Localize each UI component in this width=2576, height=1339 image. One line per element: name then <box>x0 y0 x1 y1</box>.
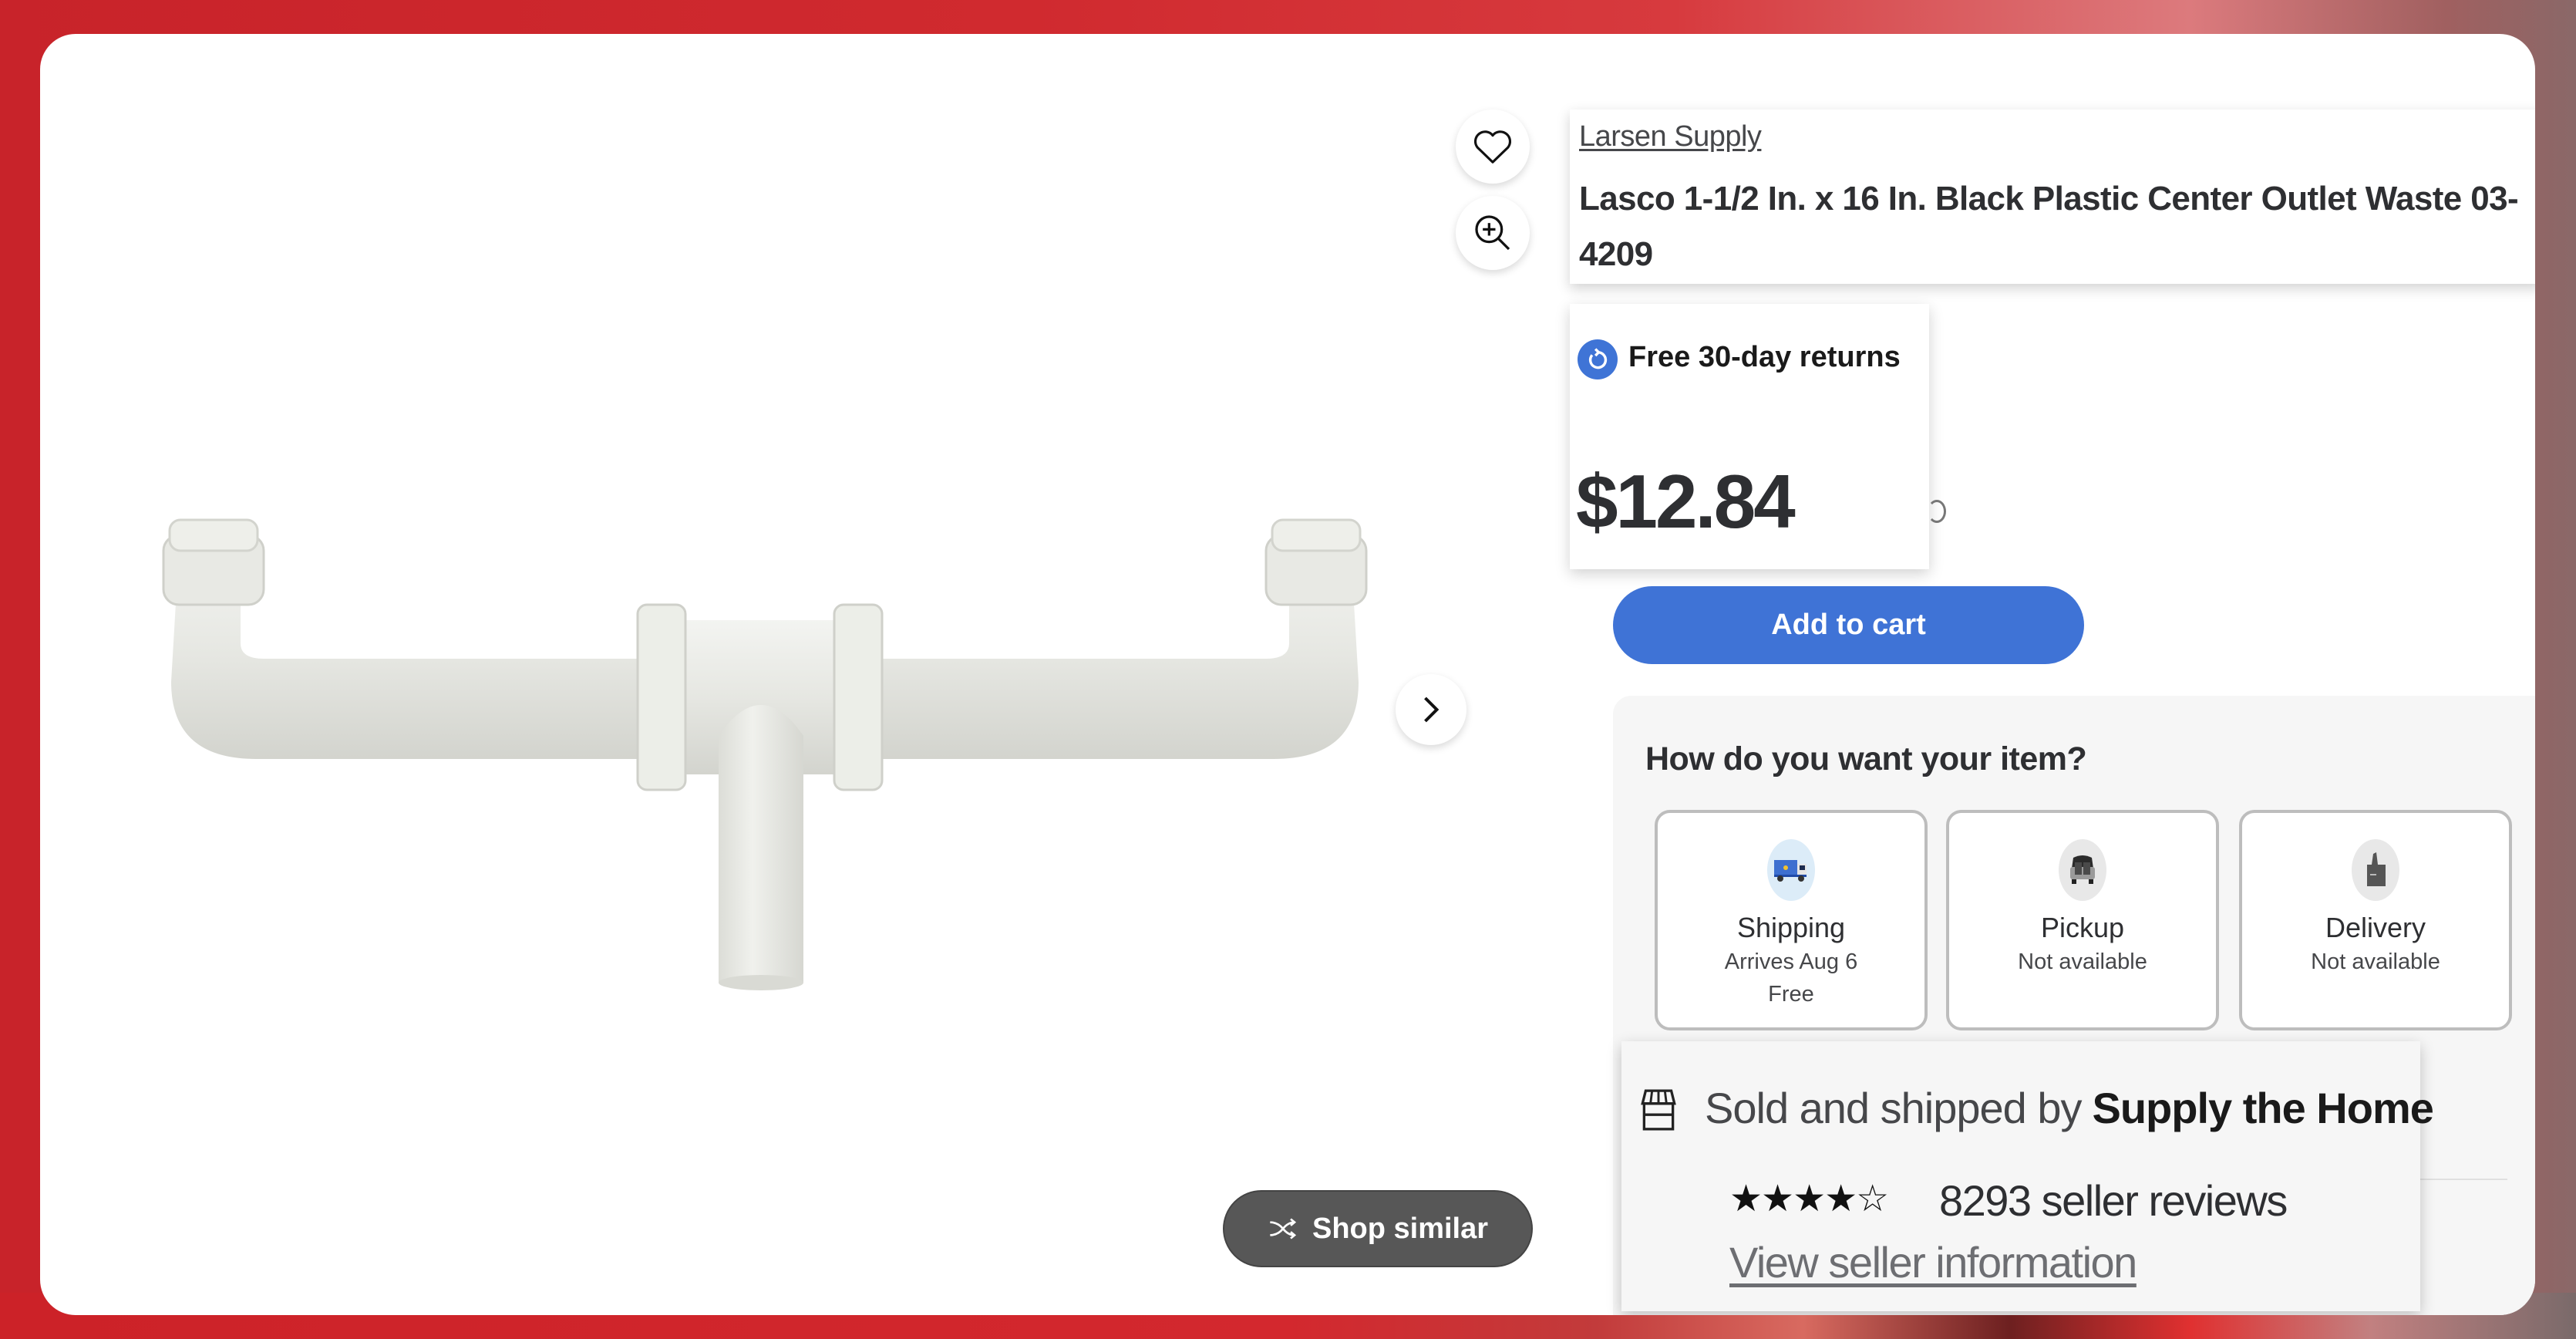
return-arrow-icon <box>1578 339 1618 379</box>
seller-reviews-count[interactable]: 8293 seller reviews <box>1939 1175 2288 1226</box>
shopping-bag-icon <box>2352 839 2399 901</box>
pickup-availability: Not available <box>2018 949 2147 974</box>
seller-name[interactable]: Supply the Home <box>2093 1084 2434 1132</box>
sold-by-text: Sold and shipped by Supply the Home <box>1705 1083 2434 1133</box>
fulfillment-option-shipping[interactable]: Shipping Arrives Aug 6 Free <box>1655 810 1928 1030</box>
seller-rating-stars: ★★★★☆ <box>1729 1179 1889 1219</box>
delivery-availability: Not available <box>2311 949 2440 974</box>
zoom-in-icon <box>1475 215 1510 251</box>
shuffle-icon <box>1270 1218 1297 1240</box>
product-title-line-2: 4209 <box>1579 235 1653 273</box>
car-pickup-icon <box>2059 839 2106 901</box>
seller-info-box: Sold and shipped by Supply the Home ★★★★☆… <box>1621 1041 2434 1311</box>
add-to-cart-button[interactable]: Add to cart <box>1613 586 2084 664</box>
favorite-button[interactable] <box>1456 110 1530 184</box>
product-title-line-1: Lasco 1-1/2 In. x 16 In. Black Plastic C… <box>1579 180 2519 218</box>
view-seller-information-link[interactable]: View seller information <box>1729 1237 2137 1287</box>
fulfillment-option-delivery[interactable]: Delivery Not available <box>2239 810 2512 1030</box>
store-icon <box>1641 1089 1676 1131</box>
product-card: Larsen Supply Lasco 1-1/2 In. x 16 In. B… <box>40 34 2535 1315</box>
next-image-button[interactable] <box>1396 674 1466 745</box>
delivery-label: Delivery <box>2325 912 2426 943</box>
shipping-label: Shipping <box>1736 912 1846 943</box>
delivery-truck-icon <box>1767 839 1815 901</box>
shipping-details: Arrives Aug 6 Free <box>1658 946 1924 1010</box>
info-icon[interactable] <box>1928 500 1946 523</box>
product-image <box>162 518 1368 990</box>
sold-by-prefix: Sold and shipped by <box>1705 1084 2082 1132</box>
product-title: Lasco 1-1/2 In. x 16 In. Black Plastic C… <box>1579 171 2535 282</box>
chevron-right-icon <box>1424 696 1440 723</box>
heart-icon <box>1473 130 1512 164</box>
shipping-cost: Free <box>1768 982 1814 1007</box>
brand-link[interactable]: Larsen Supply <box>1579 120 1762 153</box>
fulfillment-heading: How do you want your item? <box>1645 740 2087 777</box>
zoom-button[interactable] <box>1456 196 1530 270</box>
free-returns-label: Free 30-day returns <box>1628 341 1901 373</box>
product-title-box: Larsen Supply Lasco 1-1/2 In. x 16 In. B… <box>1570 110 2535 284</box>
fulfillment-option-pickup[interactable]: Pickup Not available <box>1946 810 2219 1030</box>
shipping-arrival: Arrives Aug 6 <box>1724 949 1858 974</box>
shop-similar-label: Shop similar <box>1312 1212 1489 1245</box>
shop-similar-button[interactable]: Shop similar <box>1223 1190 1533 1267</box>
price-box: Free 30-day returns $12.84 <box>1570 304 1929 569</box>
pickup-label: Pickup <box>2040 912 2125 943</box>
price: $12.84 <box>1576 459 1796 544</box>
